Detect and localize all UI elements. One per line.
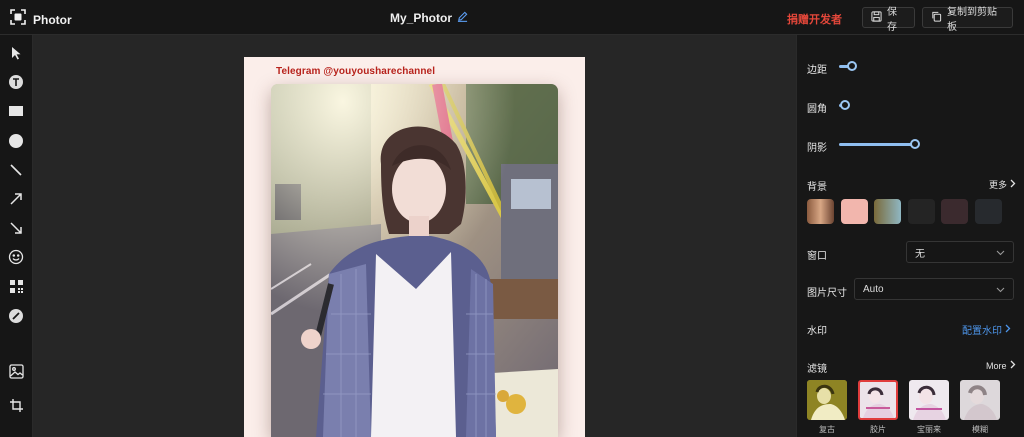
- edit-icon[interactable]: [457, 11, 468, 25]
- configure-watermark-link[interactable]: 配置水印: [962, 322, 1011, 337]
- background-swatch-3[interactable]: [874, 199, 901, 224]
- background-label: 背景: [807, 182, 827, 193]
- chevron-right-icon: [1010, 360, 1016, 371]
- photo-frame[interactable]: Telegram @youyousharechannel: [244, 57, 585, 437]
- background-swatch-4[interactable]: [908, 199, 935, 224]
- configure-watermark-label: 配置水印: [962, 326, 1002, 337]
- image-icon[interactable]: [6, 361, 26, 381]
- document-title[interactable]: My_Photor: [390, 11, 468, 25]
- filters-more-label: More: [986, 360, 1007, 371]
- circle-icon[interactable]: [6, 131, 26, 151]
- background-swatch-6[interactable]: [975, 199, 1002, 224]
- filter-film[interactable]: [858, 380, 898, 420]
- background-more-label: 更多: [989, 180, 1008, 190]
- copy-button-label: 复制到剪贴板: [947, 6, 997, 33]
- crop-icon[interactable]: [6, 395, 26, 415]
- top-bar: Photor My_Photor 捐赠开发者 保存 复制到剪贴板: [0, 0, 1024, 35]
- pen-icon[interactable]: [6, 306, 26, 326]
- canvas-area[interactable]: Telegram @youyousharechannel: [33, 35, 796, 437]
- watermark-caption: Telegram @youyousharechannel: [276, 66, 436, 77]
- filters-label: 滤镜: [807, 364, 827, 375]
- capture-icon: [10, 9, 26, 30]
- chevron-right-icon: [1010, 179, 1016, 190]
- radius-label: 圆角: [807, 104, 827, 115]
- pointer-icon[interactable]: [6, 43, 26, 63]
- filter-blur[interactable]: [960, 380, 1000, 420]
- qr-code-icon[interactable]: [6, 276, 26, 296]
- save-icon: [871, 10, 882, 25]
- shadow-label: 阴影: [807, 143, 827, 154]
- document-title-text: My_Photor: [390, 11, 453, 25]
- arrow-down-right-icon[interactable]: [6, 218, 26, 238]
- text-icon[interactable]: [6, 72, 26, 92]
- settings-panel: 边距 圆角 阴影 背景 更多 窗口 无 图片尺寸 Auto 水印 配置水印 滤镜…: [796, 35, 1024, 437]
- filter-polaroid-label: 宝丽来: [917, 425, 941, 434]
- app-logo[interactable]: Photor: [10, 9, 72, 30]
- padding-slider-knob[interactable]: [846, 61, 857, 71]
- watermark-label: 水印: [807, 326, 827, 337]
- filter-vintage-label: 复古: [819, 425, 835, 434]
- donate-link[interactable]: 捐赠开发者: [787, 11, 842, 27]
- copy-icon: [931, 11, 942, 25]
- filter-polaroid[interactable]: [909, 380, 949, 420]
- filter-film-label: 胶片: [870, 425, 886, 434]
- padding-label: 边距: [807, 65, 827, 76]
- background-swatch-5[interactable]: [941, 199, 968, 224]
- background-swatch-2[interactable]: [841, 199, 868, 224]
- copy-to-clipboard-button[interactable]: 复制到剪贴板: [922, 7, 1013, 33]
- shadow-slider-knob[interactable]: [909, 139, 920, 149]
- line-icon[interactable]: [6, 160, 26, 180]
- window-select[interactable]: 无: [906, 241, 1014, 263]
- filter-vintage[interactable]: [807, 380, 847, 420]
- image-size-select-value: Auto: [863, 283, 884, 295]
- window-label: 窗口: [807, 251, 827, 262]
- shadow-slider-track[interactable]: [839, 143, 915, 146]
- tool-sidebar: [0, 35, 33, 437]
- image-size-select[interactable]: Auto: [854, 278, 1014, 300]
- window-select-value: 无: [915, 248, 925, 260]
- filters-more-link[interactable]: More: [986, 360, 1016, 371]
- arrow-icon[interactable]: [6, 189, 26, 209]
- app-name: Photor: [33, 12, 72, 27]
- radius-slider-knob[interactable]: [840, 100, 850, 110]
- chevron-down-icon: [996, 285, 1005, 296]
- image-size-label: 图片尺寸: [807, 288, 847, 299]
- background-swatch-1[interactable]: [807, 199, 834, 224]
- chevron-down-icon: [996, 248, 1005, 259]
- chevron-right-icon: [1005, 324, 1011, 336]
- filter-blur-label: 模糊: [972, 425, 988, 434]
- save-button[interactable]: 保存: [862, 7, 915, 33]
- rectangle-icon[interactable]: [6, 101, 26, 121]
- photo[interactable]: [271, 84, 558, 437]
- emoji-icon[interactable]: [6, 247, 26, 267]
- save-button-label: 保存: [887, 6, 897, 33]
- background-more-link[interactable]: 更多: [989, 178, 1016, 191]
